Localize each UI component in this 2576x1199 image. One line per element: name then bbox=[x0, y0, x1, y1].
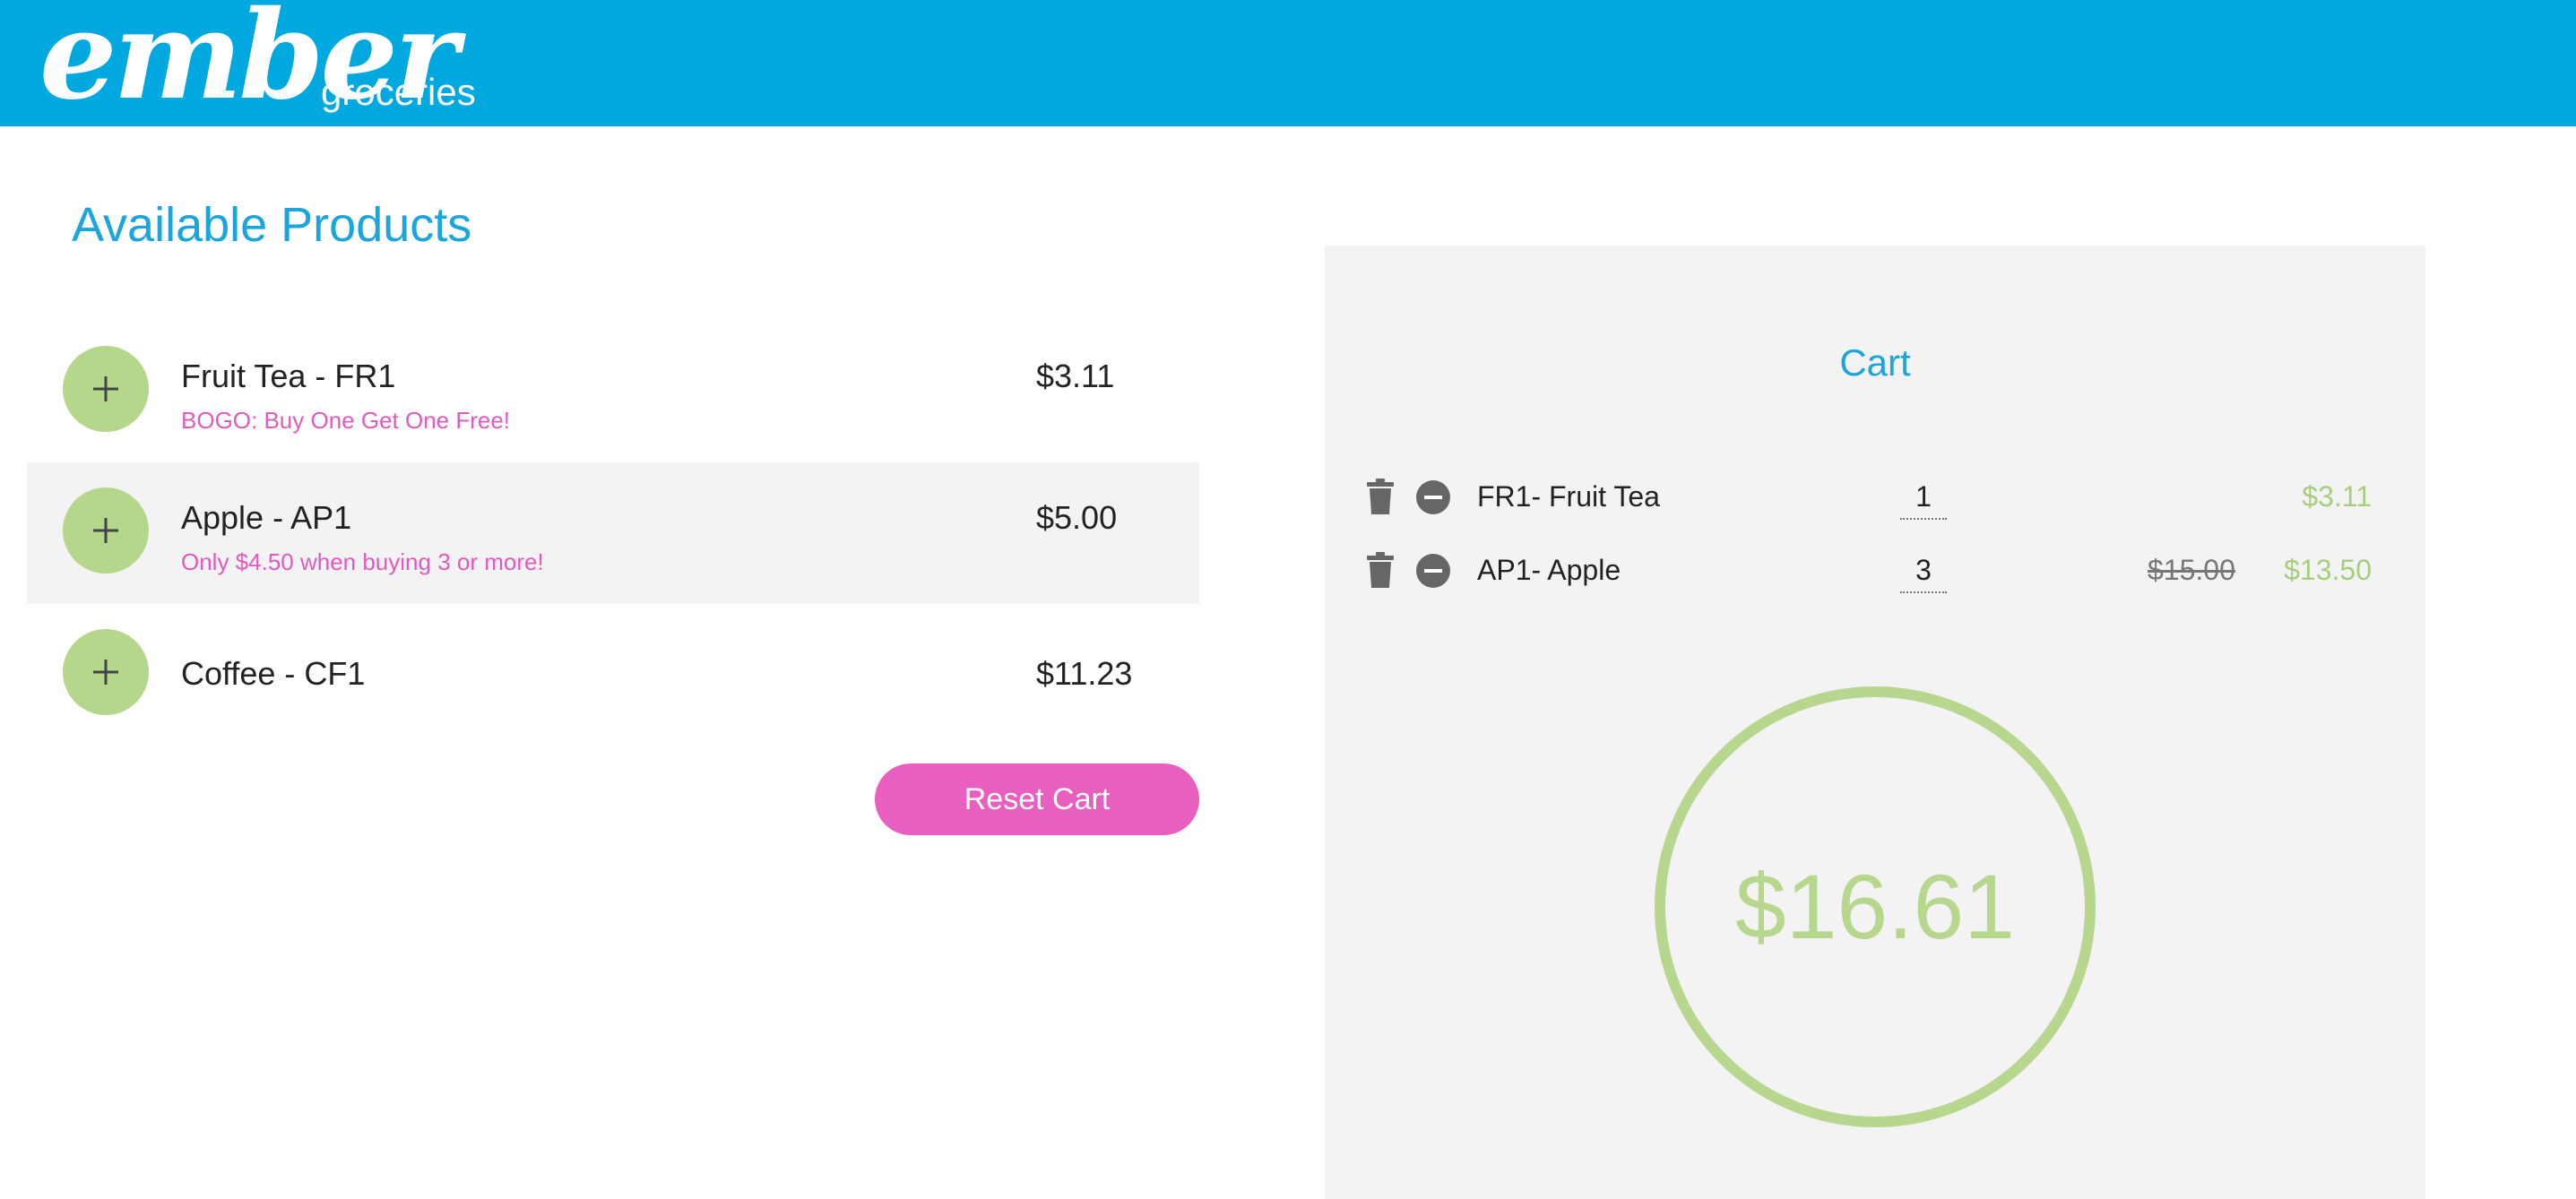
minus-circle-icon[interactable] bbox=[1416, 554, 1450, 588]
cart-total: $16.61 bbox=[1735, 856, 2015, 958]
product-name: Fruit Tea - FR1 bbox=[181, 358, 396, 394]
logo-subtitle: groceries bbox=[321, 71, 476, 113]
cart-line-price: $13.50 bbox=[2284, 554, 2372, 586]
available-products-title: Available Products bbox=[72, 198, 472, 252]
product-price: $5.00 bbox=[1036, 499, 1118, 536]
cart-title: Cart bbox=[1839, 341, 1911, 384]
trash-icon[interactable] bbox=[1366, 479, 1395, 514]
product-name: Coffee - CF1 bbox=[181, 655, 366, 692]
cart-panel: Cart FR1- Fruit Tea $3.11 AP1- Apple $15… bbox=[1325, 246, 2425, 1199]
plus-icon bbox=[93, 376, 118, 401]
product-promo: BOGO: Buy One Get One Free! bbox=[181, 407, 511, 434]
product-promo: Only $4.50 when buying 3 or more! bbox=[181, 548, 544, 575]
product-price: $3.11 bbox=[1036, 358, 1115, 394]
quantity-field[interactable] bbox=[1900, 475, 1947, 520]
cart-line-name: FR1- Fruit Tea bbox=[1477, 480, 1660, 513]
quantity-field[interactable] bbox=[1900, 548, 1947, 593]
cart-total-ring: $16.61 bbox=[1655, 686, 2096, 1127]
product-row: Coffee - CF1 $11.23 bbox=[27, 604, 1199, 746]
cart-line: FR1- Fruit Tea $3.11 bbox=[1325, 473, 2425, 527]
add-coffee-button[interactable] bbox=[63, 629, 149, 715]
cart-line-price: $3.11 bbox=[2302, 480, 2372, 513]
plus-icon bbox=[93, 518, 118, 543]
cart-line: AP1- Apple $15.00 $13.50 bbox=[1325, 547, 2425, 600]
minus-circle-icon[interactable] bbox=[1416, 480, 1450, 514]
plus-icon bbox=[93, 660, 118, 685]
add-fruit-tea-button[interactable] bbox=[63, 346, 149, 432]
cart-line-name: AP1- Apple bbox=[1477, 554, 1621, 586]
cart-line-original-price: $15.00 bbox=[2148, 554, 2235, 586]
trash-icon[interactable] bbox=[1366, 552, 1395, 588]
product-name: Apple - AP1 bbox=[181, 499, 352, 536]
product-row: Apple - AP1 Only $4.50 when buying 3 or … bbox=[27, 462, 1199, 604]
product-price: $11.23 bbox=[1036, 655, 1133, 692]
app-header: ember groceries bbox=[0, 0, 2576, 126]
reset-cart-button[interactable]: Reset Cart bbox=[875, 763, 1199, 835]
product-row: Fruit Tea - FR1 BOGO: Buy One Get One Fr… bbox=[27, 321, 1199, 462]
add-apple-button[interactable] bbox=[63, 487, 149, 574]
